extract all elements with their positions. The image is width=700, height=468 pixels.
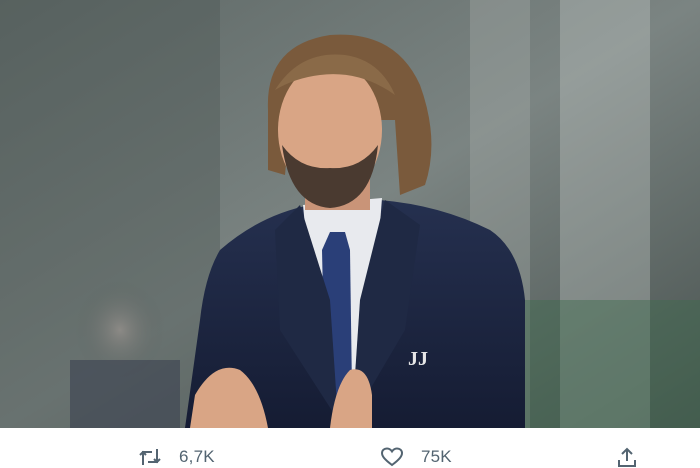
svg-text:JJ: JJ <box>408 348 428 370</box>
tweet-action-bar: 6,7K 75K <box>0 428 700 467</box>
tweet-photo[interactable]: JJ <box>0 0 700 428</box>
like-count: 75K <box>421 447 452 466</box>
retweet-count: 6,7K <box>179 447 215 466</box>
